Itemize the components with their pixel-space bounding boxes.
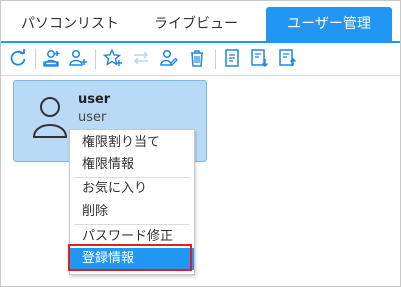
tab-user-management[interactable]: ユーザー管理 (266, 7, 392, 41)
import-icon[interactable] (277, 47, 299, 69)
highlight-box (68, 244, 192, 271)
tab-live-view[interactable]: ライブビュー (137, 7, 255, 41)
menu-item-favorite[interactable]: お気に入り (70, 178, 194, 200)
transfer-icon[interactable] (130, 47, 152, 69)
menu-item-assign-permission[interactable]: 権限割り当て (70, 132, 194, 154)
add-user-icon[interactable] (67, 47, 89, 69)
delete-icon[interactable] (186, 47, 208, 69)
add-user-group-icon[interactable] (41, 47, 63, 69)
user-edit-icon[interactable] (158, 47, 180, 69)
menu-item-delete[interactable]: 削除 (70, 201, 194, 223)
refresh-icon[interactable] (7, 47, 29, 69)
tab-pc-list[interactable]: パソコンリスト (11, 7, 129, 41)
menu-divider (74, 224, 190, 225)
menu-item-permission-info[interactable]: 権限情報 (70, 154, 194, 176)
app-frame: パソコンリスト ライブビュー ユーザー管理 user user 権限割り当て 権… (0, 0, 401, 287)
tab-bar: パソコンリスト ライブビュー ユーザー管理 (1, 1, 400, 41)
user-id: user (78, 110, 107, 125)
user-name: user (78, 92, 111, 107)
favorite-add-icon[interactable] (102, 47, 124, 69)
export-icon[interactable] (249, 47, 271, 69)
document-icon[interactable] (221, 47, 243, 69)
user-avatar-icon (32, 97, 68, 138)
toolbar (1, 41, 400, 76)
